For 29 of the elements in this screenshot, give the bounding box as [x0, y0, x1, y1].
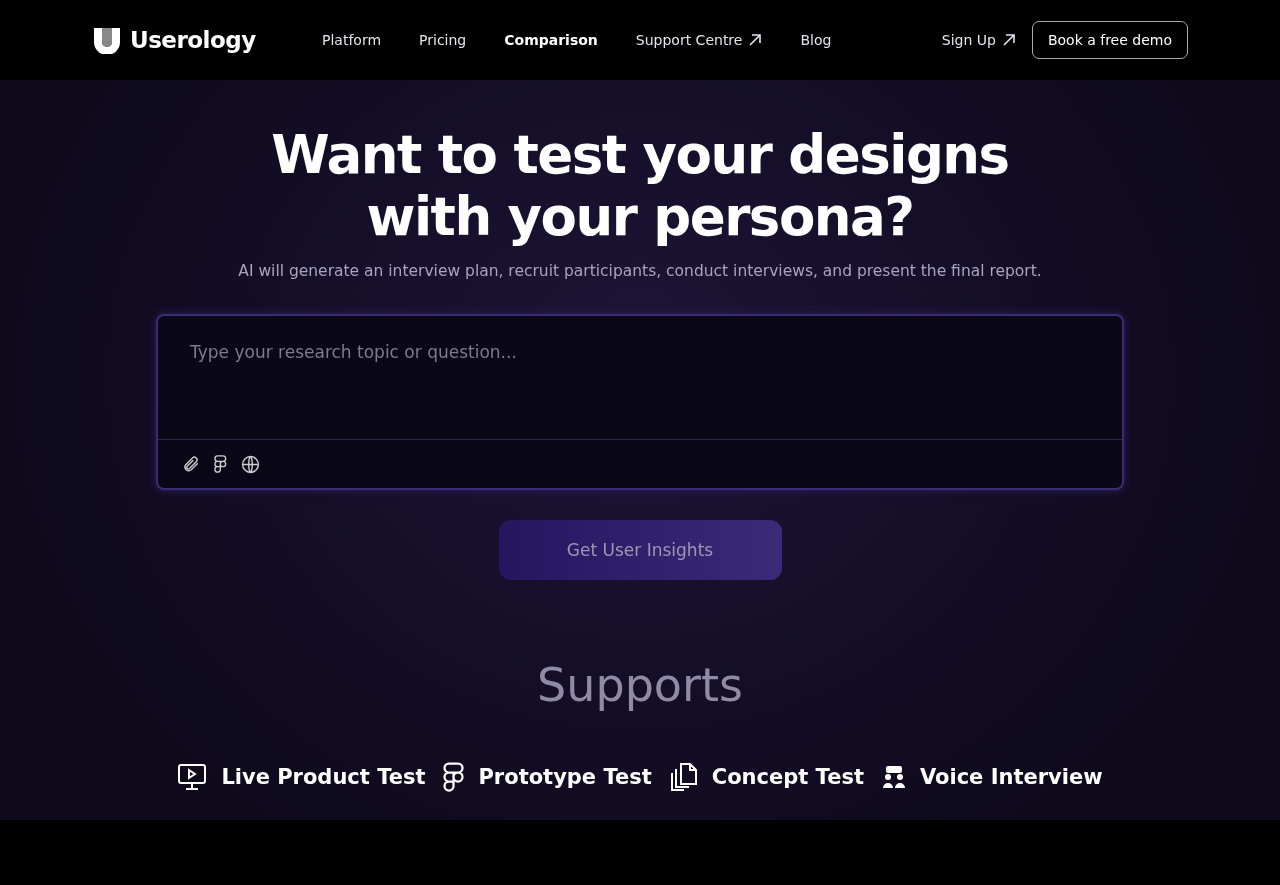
- paperclip-icon: [182, 455, 200, 473]
- book-demo-button[interactable]: Book a free demo: [1031, 21, 1188, 59]
- supports-heading: Supports: [537, 658, 743, 712]
- globe-icon: [240, 454, 260, 474]
- test-type-label: Live Product Test: [221, 765, 426, 789]
- tool-button[interactable]: [214, 455, 227, 473]
- arrow-up-right-icon: [748, 33, 763, 47]
- hero-subtitle: AI will generate an interview plan, recruit participants, conduct interviews, and present the final report.: [238, 262, 1042, 280]
- nav-link[interactable]: Support Centre: [635, 32, 763, 48]
- figma-icon: [214, 455, 227, 473]
- sign-up-link[interactable]: Sign Up: [941, 32, 1016, 48]
- tool-button[interactable]: [182, 455, 200, 473]
- nav-link[interactable]: Blog: [800, 32, 832, 48]
- nav-link[interactable]: Platform: [322, 32, 382, 48]
- nav-link[interactable]: Comparison: [504, 32, 598, 48]
- figma-icon: [443, 762, 465, 792]
- copy-icon: [669, 762, 698, 792]
- test-type-label: Voice Interview: [919, 765, 1103, 789]
- research-topic-field[interactable]: Type your research topic or question...: [156, 314, 1124, 490]
- monitor-play-icon: [177, 763, 208, 791]
- people-icon: [881, 765, 906, 789]
- arrow-up-right-icon: [1001, 33, 1016, 47]
- hero-title: Want to test your designs with your persona?: [270, 124, 1010, 248]
- test-type-label: Prototype Test: [478, 765, 652, 789]
- brand-name: Userology: [130, 27, 256, 53]
- tool-button[interactable]: [240, 454, 260, 474]
- logo-icon: [92, 26, 122, 54]
- test-type-label: Concept Test: [711, 765, 864, 789]
- nav-link[interactable]: Pricing: [419, 32, 467, 48]
